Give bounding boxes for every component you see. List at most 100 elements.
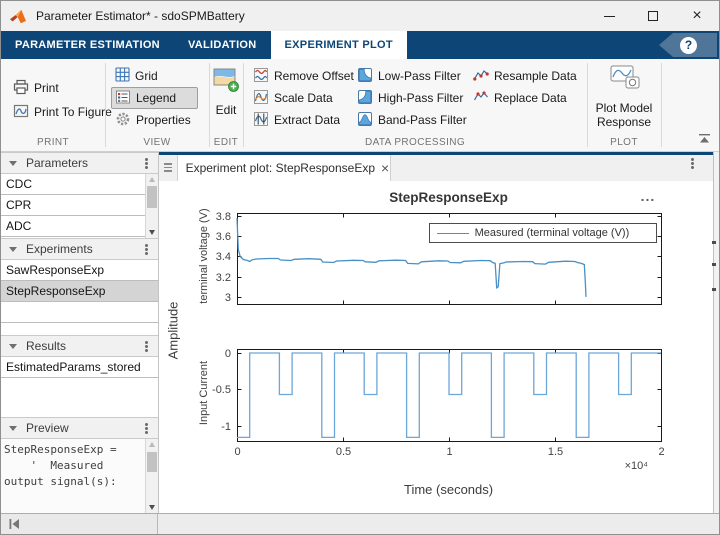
band-pass-filter-button[interactable]: Band-Pass Filter [353, 109, 474, 131]
scale-data-icon [253, 89, 269, 108]
experiments-panel-header[interactable]: Experiments [1, 238, 158, 260]
scrollbar-thumb[interactable] [147, 452, 157, 472]
svg-text:1: 1 [446, 446, 452, 458]
edit-section-caption: EDIT [209, 137, 243, 148]
resample-data-icon [473, 67, 489, 86]
browser-sidebar: Parameters CDC CPR ADC Experiments SawR [1, 152, 159, 513]
resample-data-button[interactable]: Resample Data [469, 65, 584, 87]
x-axis-multiplier: ×10⁴ [625, 460, 648, 472]
tab-validation[interactable]: VALIDATION [174, 31, 271, 59]
help-button[interactable]: ? [659, 33, 717, 57]
section-divider [661, 63, 662, 147]
document-tabbar-menu-icon[interactable] [691, 162, 694, 165]
collapse-ribbon-button[interactable] [698, 133, 711, 147]
splitter-grip-icon[interactable] [164, 163, 172, 174]
list-item[interactable]: CPR [1, 195, 158, 216]
parameter-estimator-window: Parameter Estimator* - sdoSPMBattery × P… [0, 0, 720, 535]
ylabel-input-current: Input Current [198, 293, 210, 493]
document-tab-bar: Experiment plot: StepResponseExp × [159, 155, 713, 181]
chevron-down-icon [9, 247, 17, 252]
low-pass-filter-button[interactable]: Low-Pass Filter [353, 65, 474, 87]
svg-text:-0.5: -0.5 [212, 384, 231, 396]
results-menu-icon[interactable] [145, 345, 148, 348]
remove-offset-button[interactable]: Remove Offset [249, 65, 361, 87]
legend-toggle-button[interactable]: Legend [111, 87, 198, 109]
chevron-down-icon [9, 344, 17, 349]
print-to-figure-icon [13, 103, 29, 122]
high-pass-filter-icon [357, 89, 373, 108]
svg-text:0.5: 0.5 [335, 446, 350, 458]
minimize-button[interactable] [587, 1, 631, 31]
status-bar [1, 513, 719, 534]
tab-parameter-estimation[interactable]: PARAMETER ESTIMATION [1, 31, 174, 59]
title-bar: Parameter Estimator* - sdoSPMBattery × [1, 1, 719, 31]
scrollbar-thumb[interactable] [147, 186, 157, 208]
replace-data-button[interactable]: Replace Data [469, 87, 584, 109]
print-button[interactable]: Print [9, 77, 119, 99]
edit-button[interactable]: Edit [209, 67, 243, 117]
preview-menu-icon[interactable] [145, 427, 148, 430]
results-panel-title: Results [26, 339, 66, 353]
plot-section-caption: PLOT [587, 137, 661, 148]
list-item[interactable]: CDC [1, 174, 158, 195]
scroll-up-icon[interactable] [149, 177, 155, 182]
remove-offset-icon [253, 67, 269, 86]
close-button[interactable]: × [675, 1, 719, 31]
preview-panel-header[interactable]: Preview [1, 417, 158, 439]
matlab-logo-icon [10, 9, 28, 24]
parameters-list: CDC CPR ADC [1, 174, 158, 238]
tab-close-icon[interactable]: × [381, 161, 389, 175]
list-item-empty[interactable] [1, 302, 158, 323]
results-list: EstimatedParams_stored [1, 357, 158, 417]
list-item[interactable]: ADC [1, 216, 158, 237]
print-section-caption: PRINT [1, 137, 105, 148]
svg-text:1.5: 1.5 [547, 446, 562, 458]
extract-data-button[interactable]: Extract Data [249, 109, 361, 131]
list-item[interactable]: EstimatedParams_stored [1, 357, 158, 378]
low-pass-filter-icon [357, 67, 373, 86]
view-section-caption: VIEW [105, 137, 209, 148]
legend-icon [115, 89, 131, 108]
list-item[interactable]: SawResponseExp [1, 260, 158, 281]
maximize-button[interactable] [631, 1, 675, 31]
list-item-selected[interactable]: StepResponseExp [1, 281, 158, 302]
experiments-menu-icon[interactable] [145, 248, 148, 251]
scale-data-button[interactable]: Scale Data [249, 87, 361, 109]
grid-icon [115, 67, 130, 85]
parameters-menu-icon[interactable] [145, 162, 148, 165]
high-pass-filter-button[interactable]: High-Pass Filter [353, 87, 474, 109]
window-title: Parameter Estimator* - sdoSPMBattery [36, 9, 245, 23]
tab-experiment-plot[interactable]: EXPERIMENT PLOT [271, 31, 407, 59]
legend-entry-label: Measured (terminal voltage (V)) [475, 227, 630, 239]
scroll-up-icon[interactable] [149, 442, 155, 447]
minimize-icon [604, 16, 615, 17]
parameters-scrollbar[interactable] [145, 174, 158, 238]
gear-icon [115, 111, 131, 130]
section-divider [105, 63, 106, 147]
preview-scrollbar[interactable] [145, 439, 158, 513]
collapse-sidebar-button[interactable] [1, 514, 158, 534]
preview-panel-title: Preview [26, 421, 69, 435]
toolstrip-ribbon: Print Print To Figure PRINT [1, 59, 719, 152]
properties-button[interactable]: Properties [111, 109, 198, 131]
print-to-figure-button[interactable]: Print To Figure [9, 101, 119, 123]
scroll-down-icon[interactable] [149, 230, 155, 235]
grid-toggle-button[interactable]: Grid [111, 65, 198, 87]
preview-text: StepResponseExp = ' Measured output sign… [1, 439, 158, 513]
toolstrip-tab-bar: PARAMETER ESTIMATION VALIDATION EXPERIME… [1, 31, 719, 59]
plot-model-response-button[interactable]: Plot Model Response [587, 64, 661, 129]
section-divider [243, 63, 244, 147]
figure-canvas: StepResponseExp ... 33.23.43.63.800.511.… [159, 181, 715, 513]
plot-legend[interactable]: Measured (terminal voltage (V)) [429, 223, 657, 243]
svg-text:0: 0 [224, 348, 230, 360]
maximize-icon [648, 11, 658, 21]
legend-line-sample [437, 233, 469, 234]
results-panel-header[interactable]: Results [1, 335, 158, 357]
right-panel-splitter[interactable] [713, 152, 719, 513]
svg-text:2: 2 [658, 446, 664, 458]
parameters-panel-header[interactable]: Parameters [1, 152, 158, 174]
plot-model-response-icon [606, 64, 642, 97]
printer-icon [13, 79, 29, 98]
svg-text:3.2: 3.2 [215, 272, 230, 284]
scroll-down-icon[interactable] [149, 505, 155, 510]
